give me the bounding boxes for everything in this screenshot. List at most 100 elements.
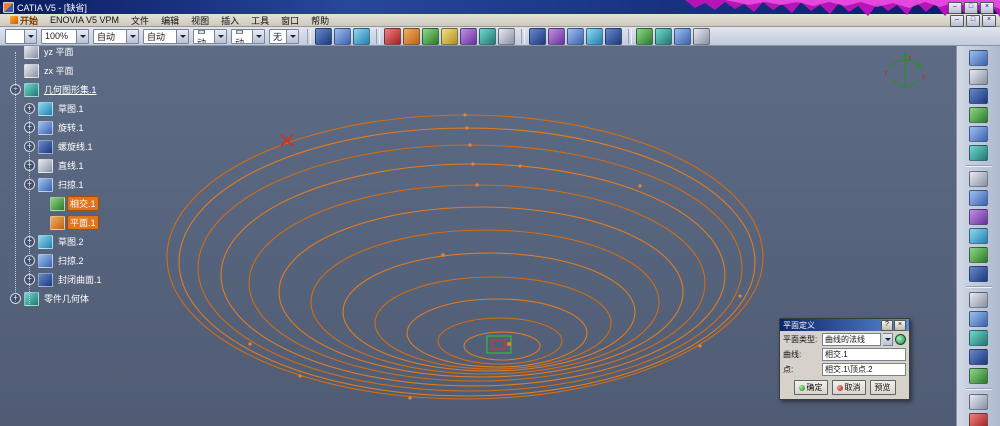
toolbar-icon[interactable] [315, 27, 332, 45]
expand-icon[interactable]: + [24, 103, 35, 114]
menu-item-view[interactable]: 视图 [185, 14, 215, 27]
collapse-icon[interactable]: − [10, 84, 21, 95]
zoom-combo[interactable]: 100% [41, 28, 89, 44]
tree-item-intersect1[interactable]: 相交.1 [0, 194, 160, 213]
view-compass-icon[interactable]: z x y [882, 48, 928, 92]
style-filter-combo[interactable] [5, 28, 37, 44]
auto-combo-2[interactable]: 自动 [143, 28, 189, 44]
menu-start[interactable]: 开始 [4, 14, 44, 27]
tree-item-yz-plane[interactable]: yz 平面 [0, 46, 160, 61]
toolbar-icon[interactable] [693, 27, 710, 45]
minimize-button[interactable]: – [948, 2, 962, 14]
right-toolbar-icon[interactable] [969, 247, 988, 263]
menu-item-tools[interactable]: 工具 [245, 14, 275, 27]
toolbar-icon[interactable] [636, 27, 653, 45]
expand-icon[interactable]: + [24, 141, 35, 152]
point-field[interactable]: 相交.1\顶点.2 [822, 363, 906, 376]
menu-item-enovia[interactable]: ENOVIA V5 VPM [44, 15, 125, 25]
tree-item-revolve1[interactable]: + 旋转.1 [0, 118, 160, 137]
right-toolbar-icon[interactable] [969, 190, 988, 206]
tree-item-helix1[interactable]: + 螺旋线.1 [0, 137, 160, 156]
toolbar-icon[interactable] [674, 27, 691, 45]
selected-point-marker[interactable] [280, 134, 294, 147]
document-minimize-button[interactable]: – [950, 15, 964, 27]
right-toolbar-icon[interactable] [969, 349, 988, 365]
dropdown-arrow-icon[interactable] [883, 333, 893, 346]
3d-viewport[interactable]: z x y yz 平面 zx 平面 − 几何图形集.1 + 草图.1 + 旋转.… [0, 46, 956, 426]
right-toolbar-icon[interactable] [969, 126, 988, 142]
none-combo[interactable]: 无 [269, 28, 299, 44]
expand-icon[interactable]: + [10, 293, 21, 304]
right-toolbar-icon[interactable] [969, 413, 988, 426]
tree-item-sketch1[interactable]: + 草图.1 [0, 99, 160, 118]
toolbar-icon[interactable] [498, 27, 515, 45]
normal-direction-icon[interactable] [895, 334, 906, 345]
toolbar-icon[interactable] [334, 27, 351, 45]
auto-combo-3[interactable]: 自动 [193, 28, 227, 44]
toolbar-icon[interactable] [460, 27, 477, 45]
tree-item-plane1[interactable]: 平面.1 [0, 213, 160, 232]
toolbar-icon[interactable] [586, 27, 603, 45]
toolbar-icon[interactable] [529, 27, 546, 45]
right-toolbar-icon[interactable] [969, 311, 988, 327]
close-button[interactable]: × [980, 2, 994, 14]
document-close-button[interactable]: × [982, 15, 996, 27]
expand-icon[interactable]: + [24, 274, 35, 285]
toolbar-icon[interactable] [353, 27, 370, 45]
menu-item-insert[interactable]: 插入 [215, 14, 245, 27]
expand-icon[interactable]: + [24, 255, 35, 266]
right-toolbar-icon[interactable] [969, 171, 988, 187]
expand-icon[interactable]: + [24, 122, 35, 133]
tree-item-partbody[interactable]: + 零件几何体 [0, 289, 160, 308]
toolbar-icon[interactable] [548, 27, 565, 45]
expand-icon[interactable]: + [24, 179, 35, 190]
right-toolbar-icon[interactable] [969, 330, 988, 346]
right-toolbar-icon[interactable] [969, 88, 988, 104]
tree-item-sketch2[interactable]: + 草图.2 [0, 232, 160, 251]
dialog-title-bar[interactable]: 平面定义 ? × [780, 319, 909, 331]
cancel-button[interactable]: 取消 [831, 380, 866, 395]
plane-preview-marker[interactable] [486, 335, 512, 354]
tree-item-sweep2[interactable]: + 扫掠.2 [0, 251, 160, 270]
auto-combo-4[interactable]: 自动 [231, 28, 265, 44]
title-bar[interactable]: CATIA V5 - [缺省] [0, 0, 1000, 14]
tree-item-close-surface1[interactable]: + 封闭曲面.1 [0, 270, 160, 289]
right-toolbar-icon[interactable] [969, 69, 988, 85]
preview-button[interactable]: 预览 [869, 380, 896, 395]
right-toolbar-icon[interactable] [969, 209, 988, 225]
right-toolbar-icon[interactable] [969, 368, 988, 384]
auto-combo-1[interactable]: 自动 [93, 28, 139, 44]
right-toolbar-icon[interactable] [969, 145, 988, 161]
tree-item-line1[interactable]: + 直线.1 [0, 156, 160, 175]
right-toolbar-icon[interactable] [969, 228, 988, 244]
right-toolbar-icon[interactable] [969, 266, 988, 282]
toolbar-icon[interactable] [605, 27, 622, 45]
menu-item-edit[interactable]: 编辑 [155, 14, 185, 27]
toolbar-icon[interactable] [567, 27, 584, 45]
curve-field[interactable]: 相交.1 [822, 348, 906, 361]
toolbar-icon[interactable] [441, 27, 458, 45]
right-toolbar-icon[interactable] [969, 394, 988, 410]
ok-button[interactable]: 确定 [793, 380, 828, 395]
expand-icon[interactable]: + [24, 160, 35, 171]
menu-item-file[interactable]: 文件 [125, 14, 155, 27]
right-toolbar-icon[interactable] [969, 107, 988, 123]
menu-item-window[interactable]: 窗口 [275, 14, 305, 27]
dialog-close-button[interactable]: × [894, 319, 906, 331]
tree-item-zx-plane[interactable]: zx 平面 [0, 61, 160, 80]
right-toolbar-icon[interactable] [969, 50, 988, 66]
expand-icon[interactable]: + [24, 236, 35, 247]
plane-type-select[interactable]: 曲线的法线 [822, 333, 881, 346]
dialog-help-button[interactable]: ? [881, 319, 893, 331]
toolbar-icon[interactable] [479, 27, 496, 45]
tree-item-geometric-set[interactable]: − 几何图形集.1 [0, 80, 160, 99]
toolbar-icon[interactable] [384, 27, 401, 45]
menu-item-help[interactable]: 帮助 [305, 14, 335, 27]
document-maximize-button[interactable]: □ [966, 15, 980, 27]
toolbar-icon[interactable] [403, 27, 420, 45]
right-toolbar-icon[interactable] [969, 292, 988, 308]
maximize-button[interactable]: □ [964, 2, 978, 14]
toolbar-icon[interactable] [655, 27, 672, 45]
toolbar-icon[interactable] [422, 27, 439, 45]
tree-item-sweep1[interactable]: + 扫掠.1 [0, 175, 160, 194]
